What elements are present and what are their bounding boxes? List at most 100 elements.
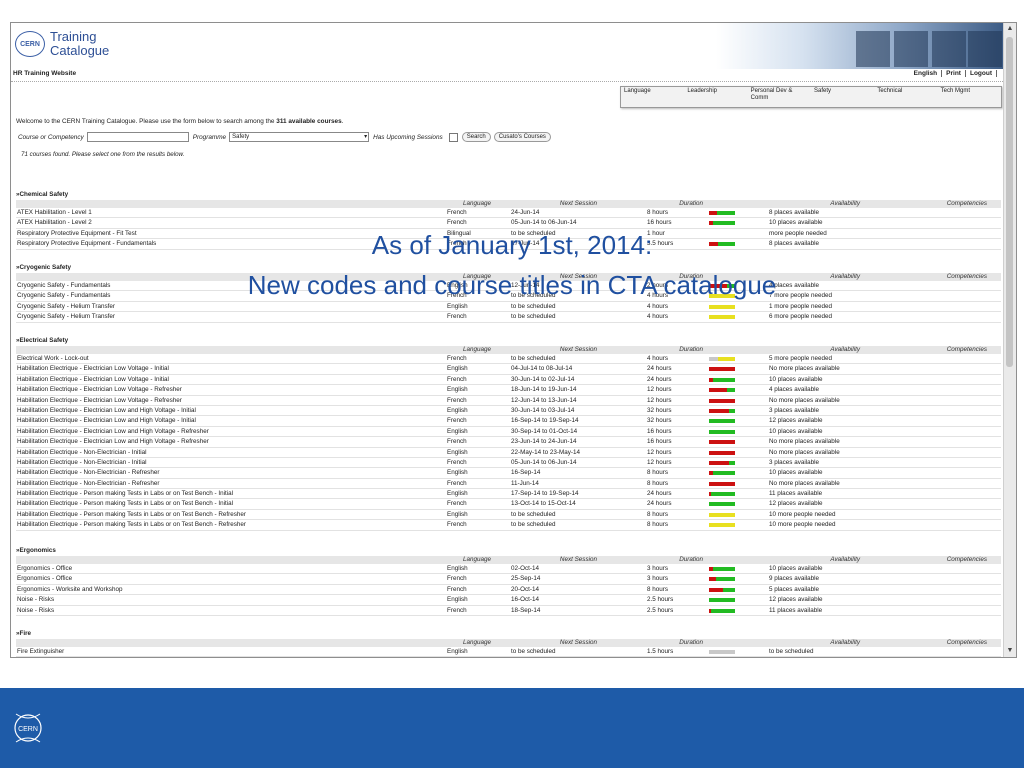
course-name[interactable]: Noise - Risks [16,606,447,615]
scroll-thumb[interactable] [1006,37,1013,367]
table-row[interactable]: Cryogenic Safety - Helium Transfer Englis… [16,302,1001,313]
course-name[interactable]: Electrical Work - Lock-out [16,354,447,363]
course-name[interactable]: Habilitation Electrique - Electrician Lo… [16,427,447,436]
next-session: 12-Jun-14 to 13-Jun-14 [511,396,577,404]
table-row[interactable]: Habilitation Electrique - Electrician Lo… [16,396,1001,406]
course-name[interactable]: Ergonomics - Worksite and Workshop [16,585,447,594]
section-title[interactable]: »Ergonomics [16,547,1001,556]
site-title-line2: Catalogue [50,43,110,58]
course-name[interactable]: Habilitation Electrique - Electrician Lo… [16,396,447,405]
course-name[interactable]: Habilitation Electrique - Person making … [16,510,447,519]
logout-link[interactable]: Logout [965,70,997,77]
course-name[interactable]: Habilitation Electrique - Non-Electricia… [16,468,447,477]
course-name[interactable]: Fire Extinguisher [16,647,447,656]
availability-bar-segment [709,512,735,517]
menu-personal-dev[interactable]: Personal Dev & Comm [748,87,811,107]
course-name[interactable]: Noise - Risks [16,595,447,604]
course-name[interactable]: Habilitation Electrique - Electrician Lo… [16,406,447,415]
availability-bar-cell [709,520,769,529]
table-row[interactable]: Electrical Work - Lock-out French to be sc… [16,354,1001,365]
table-row[interactable]: Habilitation Electrique - Electrician Lo… [16,385,1001,396]
section-title[interactable]: »Chemical Safety [16,191,1001,200]
table-row[interactable]: Habilitation Electrique - Person making … [16,510,1001,521]
table-row[interactable]: Habilitation Electrique - Non-Electricia… [16,479,1001,490]
table-row[interactable]: Habilitation Electrique - Electrician Lo… [16,364,1001,375]
table-row[interactable]: Habilitation Electrique - Non-Electricia… [16,468,1001,479]
table-row[interactable]: ATEX Habilitation - Level 2 French 05-Jun-… [16,218,1001,229]
course-name[interactable]: Habilitation Electrique - Person making … [16,520,447,529]
table-row[interactable]: Noise - Risks English 16-Oct-14 2.5 hours 12… [16,595,1001,606]
cern-training-logo[interactable]: CERN Training Catalogue [15,30,109,58]
header-cell [16,556,447,564]
upcoming-checkbox[interactable] [448,132,458,142]
course-name[interactable]: Cryogenic Safety - Helium Transfer [16,302,447,311]
course-name[interactable]: Cryogenic Safety - Helium Transfer [16,312,447,321]
vertical-scrollbar[interactable]: ▲ ▼ [1003,23,1016,657]
competencies-cell [934,595,1001,604]
course-name[interactable]: Habilitation Electrique - Electrician Lo… [16,416,447,425]
english-link[interactable]: English [909,70,943,77]
availability-bar-cell [709,468,769,477]
course-duration: 12 hours [647,386,672,394]
hr-training-link[interactable]: HR Training Website [13,70,76,77]
table-row[interactable]: Habilitation Electrique - Electrician Lo… [16,375,1001,386]
availability-bar [709,502,735,507]
table-row[interactable]: Ergonomics - Office French 25-Sep-14 3 hour… [16,574,1001,585]
menu-technical[interactable]: Technical [874,87,937,107]
table-row[interactable]: Habilitation Electrique - Person making … [16,499,1001,510]
course-name[interactable]: Habilitation Electrique - Electrician Lo… [16,437,447,446]
table-row[interactable]: Fire Extinguisher English to be scheduled 1… [16,647,1001,657]
table-row[interactable]: Noise - Risks French 18-Sep-14 2.5 hours 11 … [16,606,1001,616]
course-name[interactable]: ATEX Habilitation - Level 2 [16,218,447,227]
availability-bar [709,419,735,424]
table-row[interactable]: Habilitation Electrique - Person making … [16,520,1001,531]
course-duration: 8 hours [647,585,669,593]
course-name[interactable]: Ergonomics - Office [16,574,447,583]
table-row[interactable]: Habilitation Electrique - Non-Electricia… [16,448,1001,458]
menu-tech-mgmt[interactable]: Tech Mgmt [938,87,1001,107]
table-row[interactable]: Habilitation Electrique - Person making … [16,489,1001,500]
course-name[interactable]: Habilitation Electrique - Non-Electricia… [16,448,447,457]
browser-screenshot: CERN Training Catalogue HR Training Webs… [10,22,1017,658]
course-duration: 32 hours [647,406,672,414]
table-row[interactable]: Habilitation Electrique - Electrician Lo… [16,416,1001,427]
section-title[interactable]: »Fire [16,630,1001,639]
course-name[interactable]: Habilitation Electrique - Electrician Lo… [16,385,447,394]
course-name[interactable]: Ergonomics - Office [16,564,447,573]
table-row[interactable]: Habilitation Electrique - Electrician Lo… [16,437,1001,448]
course-name[interactable]: ATEX Habilitation - Level 1 [16,208,447,217]
menu-language[interactable]: Language [621,87,684,107]
programme-select[interactable]: Safety [229,132,370,142]
section-title[interactable]: »Electrical Safety [16,337,1001,346]
availability-text: 10 places available [769,427,823,435]
course-name[interactable]: Habilitation Electrique - Electrician Lo… [16,364,447,373]
availability-bar-cell [709,489,769,498]
table-row[interactable]: Ergonomics - Worksite and Workshop French… [16,585,1001,596]
print-link[interactable]: Print [942,70,966,77]
course-language: English [447,565,468,572]
availability-bar-cell [709,458,769,467]
course-name[interactable]: Habilitation Electrique - Non-Electricia… [16,479,447,488]
site-title: Training Catalogue [50,30,109,58]
scroll-up-icon[interactable]: ▲ [1004,23,1016,35]
table-row[interactable]: Habilitation Electrique - Electrician Lo… [16,427,1001,438]
menu-leadership[interactable]: Leadership [684,87,747,107]
table-row[interactable]: Habilitation Electrique - Non-Electricia… [16,458,1001,469]
next-session: 24-Jun-14 [511,209,540,216]
scroll-down-icon[interactable]: ▼ [1004,645,1016,657]
search-button[interactable]: Search [461,132,491,142]
table-row[interactable]: Ergonomics - Office English 02-Oct-14 3 hou… [16,564,1001,575]
table-row[interactable]: Cryogenic Safety - Helium Transfer French… [16,312,1001,323]
course-name[interactable]: Habilitation Electrique - Electrician Lo… [16,375,447,384]
course-name[interactable]: Habilitation Electrique - Non-Electricia… [16,458,447,467]
cusato-courses-button[interactable]: Cusato's Courses [493,132,551,142]
availability-bar [709,450,735,455]
course-input[interactable] [86,132,189,142]
table-row[interactable]: Habilitation Electrique - Electrician Lo… [16,406,1001,417]
table-row[interactable]: ATEX Habilitation - Level 1 French 24-Jun-… [16,208,1001,219]
course-name[interactable]: Habilitation Electrique - Person making … [16,499,447,508]
course-name[interactable]: Habilitation Electrique - Person making … [16,489,447,498]
availability-bar-cell [709,385,769,394]
menu-safety[interactable]: Safety [811,87,874,107]
availability-bar [709,315,735,320]
